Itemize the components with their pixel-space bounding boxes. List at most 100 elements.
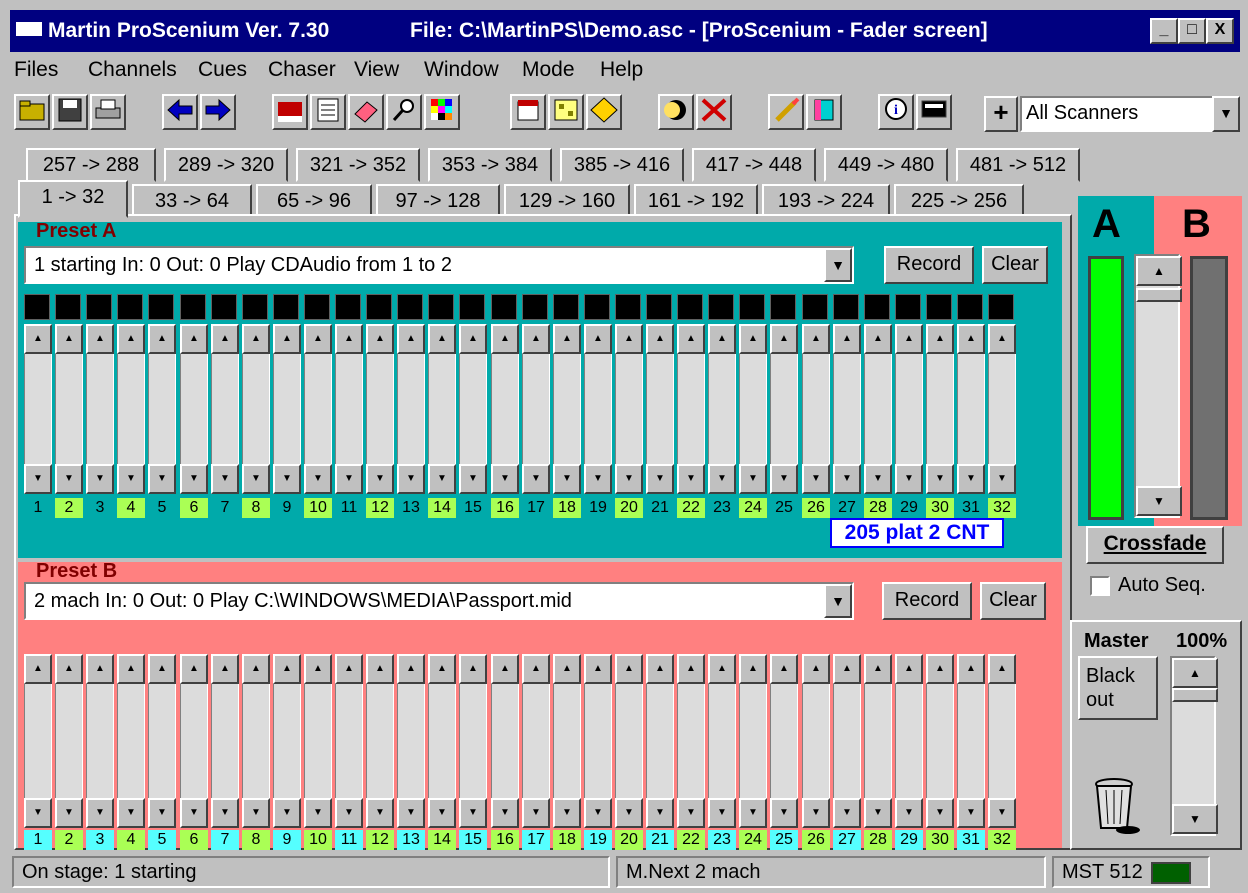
chevron-down-icon[interactable]: ▼ — [180, 798, 208, 828]
fader-track[interactable] — [242, 354, 270, 464]
fader-track[interactable] — [770, 354, 798, 464]
channel-fader-24[interactable]: ▲ ▼ — [739, 654, 767, 828]
flash-button-24[interactable] — [739, 294, 765, 320]
channel-fader-7[interactable]: ▲ ▼ — [211, 324, 239, 494]
fader-track[interactable] — [677, 354, 705, 464]
fader-track[interactable] — [895, 354, 923, 464]
fader-track[interactable] — [646, 354, 674, 464]
trash-icon[interactable] — [1088, 772, 1140, 836]
close-button[interactable]: X — [1206, 18, 1234, 44]
chevron-up-icon[interactable]: ▲ — [148, 324, 176, 354]
chevron-up-icon[interactable]: ▲ — [366, 324, 394, 354]
channel-fader-5[interactable]: ▲ ▼ — [148, 654, 176, 828]
flash-button-32[interactable] — [988, 294, 1014, 320]
channel-fader-20[interactable]: ▲ ▼ — [615, 654, 643, 828]
tab-range-16[interactable]: 481 -> 512 — [956, 148, 1080, 182]
channel-fader-26[interactable]: ▲ ▼ — [802, 654, 830, 828]
open-folder-icon[interactable] — [14, 94, 50, 130]
flash-button-12[interactable] — [366, 294, 392, 320]
channel-fader-28[interactable]: ▲ ▼ — [864, 324, 892, 494]
chevron-down-icon[interactable]: ▼ — [366, 464, 394, 494]
magnify-icon[interactable] — [386, 94, 422, 130]
chevron-up-icon[interactable]: ▲ — [739, 654, 767, 684]
fader-track[interactable] — [864, 684, 892, 798]
chevron-up-icon[interactable]: ▲ — [553, 654, 581, 684]
chevron-down-icon[interactable]: ▼ — [802, 798, 830, 828]
minimize-button[interactable]: _ — [1150, 18, 1178, 44]
chevron-up-icon[interactable]: ▲ — [117, 654, 145, 684]
chevron-down-icon[interactable]: ▼ — [864, 798, 892, 828]
chevron-down-icon[interactable]: ▼ — [708, 464, 736, 494]
chevron-down-icon[interactable]: ▼ — [988, 464, 1016, 494]
chevron-up-icon[interactable]: ▲ — [491, 324, 519, 354]
chevron-up-icon[interactable]: ▲ — [397, 654, 425, 684]
channel-fader-21[interactable]: ▲ ▼ — [646, 654, 674, 828]
chevron-down-icon[interactable]: ▼ — [926, 798, 954, 828]
fader-track[interactable] — [988, 684, 1016, 798]
channel-fader-20[interactable]: ▲ ▼ — [615, 324, 643, 494]
channel-fader-2[interactable]: ▲ ▼ — [55, 654, 83, 828]
chevron-down-icon[interactable]: ▼ — [397, 464, 425, 494]
fader-track[interactable] — [86, 354, 114, 464]
chevron-down-icon[interactable]: ▼ — [677, 798, 705, 828]
channel-fader-15[interactable]: ▲ ▼ — [459, 324, 487, 494]
fader-track[interactable] — [957, 684, 985, 798]
monitor-icon[interactable] — [916, 94, 952, 130]
chevron-up-icon[interactable]: ▲ — [926, 654, 954, 684]
flash-button-30[interactable] — [926, 294, 952, 320]
channel-fader-10[interactable]: ▲ ▼ — [304, 324, 332, 494]
channel-fader-30[interactable]: ▲ ▼ — [926, 654, 954, 828]
chevron-up-icon[interactable]: ▲ — [86, 654, 114, 684]
channel-fader-18[interactable]: ▲ ▼ — [553, 324, 581, 494]
chevron-down-icon[interactable]: ▼ — [739, 798, 767, 828]
fader-track[interactable] — [304, 354, 332, 464]
chevron-up-icon[interactable]: ▲ — [833, 654, 861, 684]
fader-track[interactable] — [428, 354, 456, 464]
chevron-down-icon[interactable]: ▼ — [86, 464, 114, 494]
crossfade-slider-thumb[interactable] — [1136, 288, 1182, 302]
add-scanner-button[interactable]: + — [984, 96, 1018, 132]
fader-track[interactable] — [522, 354, 550, 464]
channel-fader-31[interactable]: ▲ ▼ — [957, 654, 985, 828]
brush-icon[interactable] — [768, 94, 804, 130]
chevron-up-icon[interactable]: ▲ — [895, 324, 923, 354]
chevron-up-icon[interactable]: ▲ — [397, 324, 425, 354]
channel-fader-21[interactable]: ▲ ▼ — [646, 324, 674, 494]
chevron-up-icon[interactable]: ▲ — [1172, 658, 1218, 688]
list-icon[interactable] — [310, 94, 346, 130]
chevron-up-icon[interactable]: ▲ — [770, 324, 798, 354]
chevron-up-icon[interactable]: ▲ — [459, 654, 487, 684]
chevron-up-icon[interactable]: ▲ — [117, 324, 145, 354]
fader-track[interactable] — [895, 684, 923, 798]
fader-track[interactable] — [864, 354, 892, 464]
flash-button-25[interactable] — [770, 294, 796, 320]
flash-button-7[interactable] — [211, 294, 237, 320]
chevron-down-icon[interactable]: ▼ — [55, 464, 83, 494]
chevron-up-icon[interactable]: ▲ — [988, 654, 1016, 684]
chevron-up-icon[interactable]: ▲ — [55, 324, 83, 354]
chevron-down-icon[interactable]: ▼ — [824, 248, 852, 282]
flash-button-4[interactable] — [117, 294, 143, 320]
flash-button-14[interactable] — [428, 294, 454, 320]
fader-track[interactable] — [833, 684, 861, 798]
channel-fader-3[interactable]: ▲ ▼ — [86, 324, 114, 494]
channel-fader-13[interactable]: ▲ ▼ — [397, 654, 425, 828]
chevron-down-icon[interactable]: ▼ — [584, 464, 612, 494]
chevron-down-icon[interactable]: ▼ — [211, 798, 239, 828]
channel-fader-1[interactable]: ▲ ▼ — [24, 324, 52, 494]
fader-track[interactable] — [55, 354, 83, 464]
chevron-up-icon[interactable]: ▲ — [802, 654, 830, 684]
ml-icon[interactable] — [272, 94, 308, 130]
chevron-up-icon[interactable]: ▲ — [86, 324, 114, 354]
chevron-up-icon[interactable]: ▲ — [148, 654, 176, 684]
channel-fader-25[interactable]: ▲ ▼ — [770, 654, 798, 828]
menu-files[interactable]: Files — [14, 58, 58, 82]
network-icon[interactable] — [548, 94, 584, 130]
chevron-down-icon[interactable]: ▼ — [1212, 96, 1240, 132]
flash-button-2[interactable] — [55, 294, 81, 320]
chevron-up-icon[interactable]: ▲ — [55, 654, 83, 684]
chevron-down-icon[interactable]: ▼ — [86, 798, 114, 828]
menu-help[interactable]: Help — [600, 58, 643, 82]
chevron-down-icon[interactable]: ▼ — [957, 798, 985, 828]
chevron-down-icon[interactable]: ▼ — [677, 464, 705, 494]
